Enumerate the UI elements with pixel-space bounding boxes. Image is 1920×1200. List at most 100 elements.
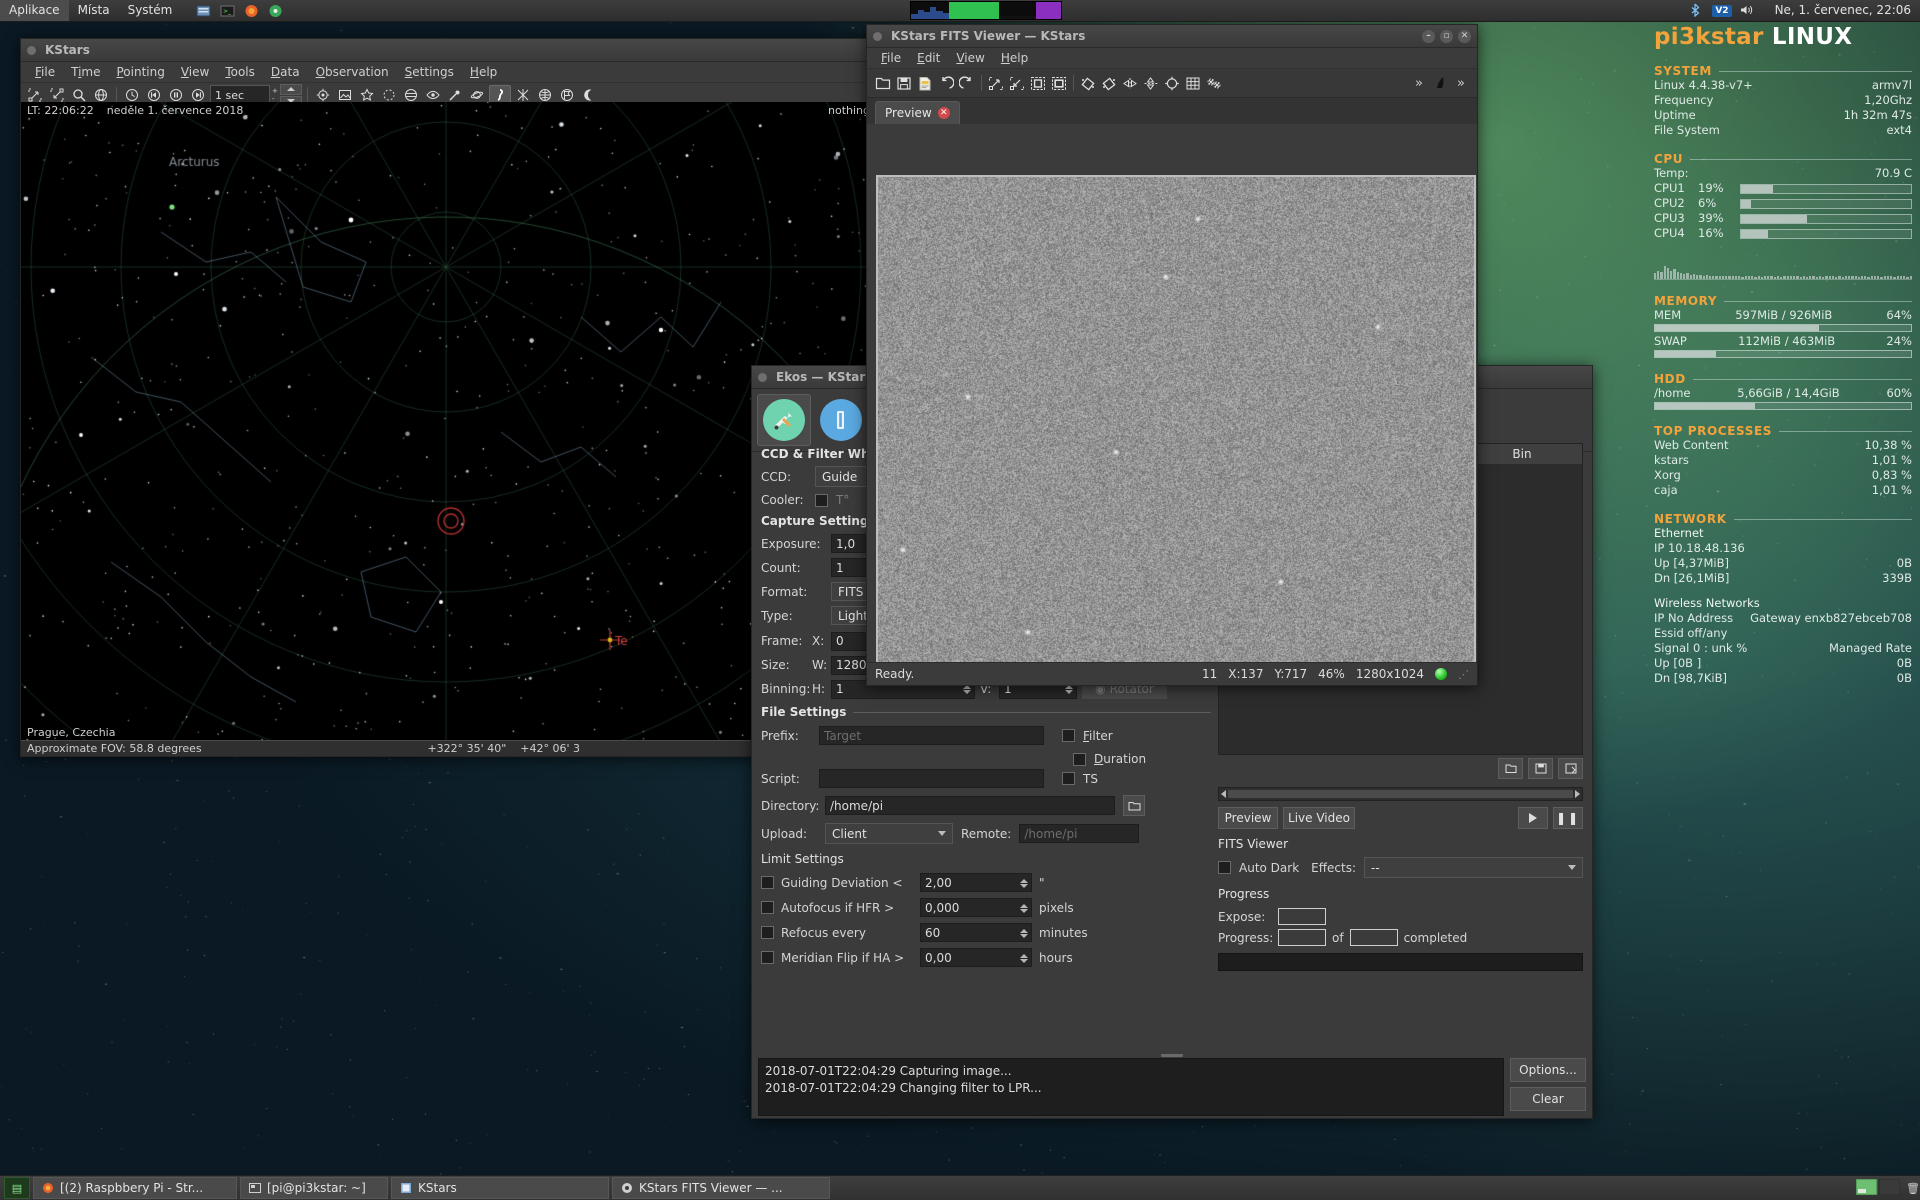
limit-checkbox[interactable] xyxy=(761,951,774,964)
kstars-menu-tools[interactable]: Tools xyxy=(217,62,263,82)
limit-checkbox[interactable] xyxy=(761,901,774,914)
zoom-default-icon[interactable] xyxy=(1028,74,1048,93)
taskbar-item-firefox[interactable]: [(2) Raspbbery Pi - Str... xyxy=(33,1177,237,1199)
clear-log-button[interactable]: Clear xyxy=(1510,1087,1586,1111)
limit-value-input[interactable]: 60 xyxy=(920,923,1032,942)
maximize-button[interactable]: ▫ xyxy=(1440,30,1453,43)
remote-input[interactable]: /home/pi xyxy=(1019,824,1139,843)
start-capture-button[interactable] xyxy=(1518,807,1548,829)
effects-select[interactable]: -- xyxy=(1364,857,1583,878)
firefox-icon[interactable] xyxy=(243,3,260,19)
vpn-icon[interactable]: V2 xyxy=(1712,5,1731,17)
close-button[interactable]: ✕ xyxy=(1458,30,1471,43)
crosshair-icon[interactable] xyxy=(1162,74,1182,93)
fits-titlebar[interactable]: KStars FITS Viewer — KStars – ▫ ✕ xyxy=(867,25,1477,48)
fits-menu-edit[interactable]: Edit xyxy=(909,48,948,68)
open-folder-icon[interactable] xyxy=(873,74,893,93)
fits-menubar[interactable]: File Edit View Help xyxy=(867,48,1477,69)
fits-viewer-window[interactable]: KStars FITS Viewer — KStars – ▫ ✕ File E… xyxy=(866,24,1478,686)
panel-clock[interactable]: Ne, 1. červenec, 22:06 xyxy=(1766,0,1920,21)
auto-dark-checkbox[interactable] xyxy=(1218,861,1231,874)
queue-horizontal-scrollbar[interactable] xyxy=(1218,787,1583,801)
fits-toolbar[interactable]: » » xyxy=(867,69,1477,98)
save-as-icon[interactable] xyxy=(915,74,935,93)
fits-menu-help[interactable]: Help xyxy=(993,48,1036,68)
queue-save-as-icon[interactable] xyxy=(1558,758,1583,779)
taskbar-item-terminal[interactable]: [pi@pi3kstar: ~] xyxy=(240,1177,388,1199)
limit-stepper[interactable] xyxy=(1018,874,1029,892)
overflow-icon[interactable]: » xyxy=(1409,74,1429,93)
panel-menu-places[interactable]: Místa xyxy=(69,0,119,21)
kstars-timestep-stepper[interactable]: + - xyxy=(272,88,278,103)
taskbar[interactable]: ▤ [(2) Raspbbery Pi - Str... [pi@pi3ksta… xyxy=(0,1175,1920,1200)
workspace-switcher[interactable] xyxy=(1856,1179,1900,1198)
kstars-window[interactable]: KStars File Time Pointing View Tools Dat… xyxy=(20,38,877,757)
resize-grip[interactable]: ⋰ xyxy=(1458,668,1469,681)
zoom-out-icon[interactable] xyxy=(1007,74,1027,93)
markers-icon[interactable] xyxy=(1430,74,1450,93)
kstars-menu-pointing[interactable]: Pointing xyxy=(108,62,172,82)
save-icon[interactable] xyxy=(894,74,914,93)
limit-value-input[interactable]: 0,00 xyxy=(920,948,1032,967)
fits-tab-preview[interactable]: Preview ✕ xyxy=(875,101,960,124)
panel-menu-applications[interactable]: Aplikace xyxy=(0,0,69,21)
limit-checkbox[interactable] xyxy=(761,876,774,889)
rotate-right-icon[interactable] xyxy=(1078,74,1098,93)
kstars-menu-help[interactable]: Help xyxy=(462,62,505,82)
filter-checkbox[interactable] xyxy=(1062,729,1075,742)
disc-icon[interactable] xyxy=(267,3,284,19)
trash-icon[interactable]: 🗑 xyxy=(1906,1182,1920,1195)
directory-input[interactable]: /home/pi xyxy=(825,796,1115,815)
queue-save-icon[interactable] xyxy=(1528,758,1553,779)
ts-checkbox[interactable] xyxy=(1062,772,1075,785)
flip-vertical-icon[interactable] xyxy=(1141,74,1161,93)
duration-checkbox[interactable] xyxy=(1073,753,1086,766)
bluetooth-icon[interactable] xyxy=(1688,3,1705,19)
terminal-icon[interactable]: >_ xyxy=(219,3,236,19)
cooler-checkbox[interactable] xyxy=(815,494,828,507)
browse-folder-icon[interactable] xyxy=(1123,795,1145,816)
preview-button[interactable]: Preview xyxy=(1218,807,1278,829)
kstars-menu-view[interactable]: View xyxy=(173,62,217,82)
limit-value-input[interactable]: 2,00 xyxy=(920,873,1032,892)
tab-setup[interactable] xyxy=(757,394,811,446)
fits-menu-view[interactable]: View xyxy=(948,48,992,68)
limit-stepper[interactable] xyxy=(1018,924,1029,942)
grid-icon[interactable] xyxy=(1183,74,1203,93)
taskbar-tray[interactable]: 🗑 xyxy=(1856,1179,1920,1198)
kstars-menu-settings[interactable]: Settings xyxy=(397,62,462,82)
flip-horizontal-icon[interactable] xyxy=(1120,74,1140,93)
kstars-titlebar[interactable]: KStars xyxy=(21,39,876,62)
queue-file-buttons[interactable] xyxy=(1218,758,1583,779)
limit-stepper[interactable] xyxy=(1018,949,1029,967)
zoom-in-icon[interactable] xyxy=(986,74,1006,93)
kstars-menubar[interactable]: File Time Pointing View Tools Data Obser… xyxy=(21,62,876,83)
show-desktop-button[interactable]: ▤ xyxy=(4,1177,30,1199)
taskbar-item-kstars[interactable]: KStars xyxy=(391,1177,609,1199)
top-panel[interactable]: Aplikace Místa Systém >_ V2 Ne xyxy=(0,0,1920,22)
files-icon[interactable] xyxy=(195,3,212,19)
overflow2-icon[interactable]: » xyxy=(1451,74,1471,93)
fits-image-canvas[interactable] xyxy=(876,175,1476,669)
kstars-menu-observation[interactable]: Observation xyxy=(308,62,397,82)
fits-menu-file[interactable]: File xyxy=(873,48,909,68)
volume-icon[interactable] xyxy=(1739,3,1756,19)
pause-capture-button[interactable]: ❚❚ xyxy=(1553,807,1583,829)
redo-icon[interactable] xyxy=(957,74,977,93)
statistics-icon[interactable] xyxy=(1204,74,1224,93)
panel-menu-system[interactable]: Systém xyxy=(119,0,182,21)
script-input[interactable] xyxy=(819,769,1044,788)
live-video-button[interactable]: Live Video xyxy=(1283,807,1355,829)
prefix-input[interactable]: Target xyxy=(819,726,1044,745)
upload-select[interactable]: Client xyxy=(825,823,953,844)
fit-to-window-icon[interactable] xyxy=(1049,74,1069,93)
limit-value-input[interactable]: 0,000 xyxy=(920,898,1032,917)
minimize-button[interactable]: – xyxy=(1422,30,1435,43)
kstars-sky-map[interactable]: LT: 22:06:22 neděle 1. července 2018 not… xyxy=(21,102,876,756)
fits-tabbar[interactable]: Preview ✕ xyxy=(867,98,1477,124)
kstars-menu-time[interactable]: Time xyxy=(63,62,108,82)
tab-scheduler[interactable] xyxy=(815,395,867,445)
kstars-menu-file[interactable]: File xyxy=(27,62,63,82)
rotate-left-icon[interactable] xyxy=(1099,74,1119,93)
limit-stepper[interactable] xyxy=(1018,899,1029,917)
